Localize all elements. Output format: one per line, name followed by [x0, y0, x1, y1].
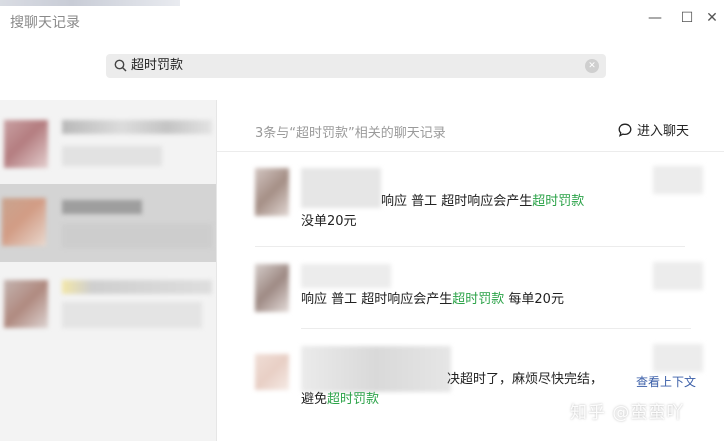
conversation-list: [0, 100, 217, 441]
conversation-preview: [62, 302, 202, 328]
avatar: [255, 168, 289, 216]
divider: [301, 328, 691, 329]
results-summary: 3条与“超时罚款”相关的聊天记录: [255, 126, 446, 141]
conversation-item[interactable]: [0, 184, 216, 262]
enter-chat-label: 进入聊天: [637, 124, 690, 139]
message-time: [653, 166, 703, 194]
search-box[interactable]: 超时罚款 ✕: [106, 54, 606, 78]
avatar: [255, 354, 289, 390]
close-icon[interactable]: ✕: [701, 8, 723, 28]
avatar: [4, 120, 48, 168]
sender-name: [301, 346, 451, 392]
search-results-pane: 3条与“超时罚款”相关的聊天记录 进入聊天 响应 普工 超时响应会产生超时罚款 …: [217, 100, 724, 441]
divider: [217, 151, 724, 152]
search-input[interactable]: 超时罚款: [131, 54, 183, 78]
message-line: 响应 普工 超时响应会产生超时罚款: [381, 194, 585, 209]
conversation-name: [62, 120, 212, 134]
message-line: 响应 普工 超时响应会产生超时罚款 每单20元: [301, 292, 564, 307]
conversation-preview: [62, 146, 162, 166]
avatar: [255, 264, 289, 312]
message-line: 没单20元: [301, 214, 357, 229]
search-icon: [114, 59, 127, 72]
background-window-strip: [0, 0, 180, 6]
conversation-item[interactable]: [0, 112, 216, 190]
avatar: [4, 280, 48, 328]
avatar: [2, 198, 46, 246]
clear-search-icon[interactable]: ✕: [585, 59, 599, 73]
chat-bubble-icon: [618, 123, 632, 137]
conversation-preview: [62, 224, 212, 248]
message-time: [653, 262, 703, 290]
divider: [255, 246, 685, 247]
title-bar: 搜聊天记录 — ☐ ✕: [0, 0, 724, 38]
search-highlight: 超时罚款: [452, 292, 505, 307]
zhihu-watermark: 知乎 @蛮蛮吖: [570, 403, 685, 423]
message-line: 决超时了，麻烦尽快完结，: [447, 372, 604, 387]
enter-chat-button[interactable]: 进入聊天: [617, 120, 689, 139]
conversation-name: [62, 280, 212, 294]
conversation-item[interactable]: [0, 268, 216, 346]
message-line: 避免超时罚款: [301, 392, 380, 407]
conversation-name: [62, 200, 142, 214]
sender-name: [301, 264, 391, 288]
sender-name: [301, 168, 381, 208]
minimize-icon[interactable]: —: [644, 8, 666, 28]
maximize-icon[interactable]: ☐: [676, 8, 698, 28]
search-highlight: 超时罚款: [327, 392, 380, 407]
view-context-link[interactable]: 查看上下文: [636, 373, 696, 390]
search-highlight: 超时罚款: [532, 194, 585, 209]
message-time: [653, 344, 703, 372]
window-title: 搜聊天记录: [10, 15, 80, 31]
